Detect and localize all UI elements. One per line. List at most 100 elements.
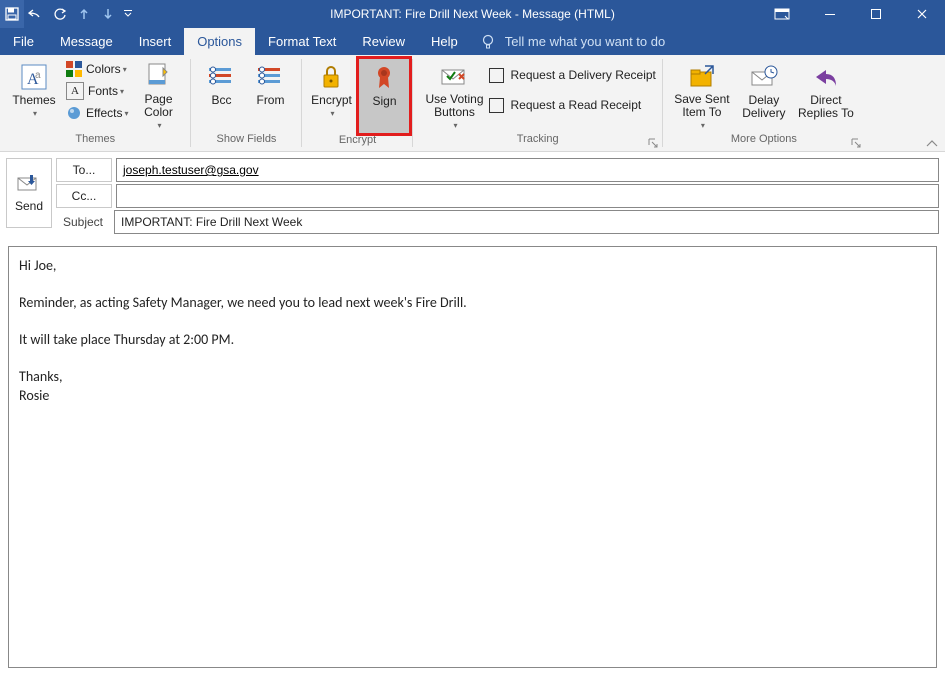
send-label: Send <box>15 199 43 213</box>
title-bar: IMPORTANT: Fire Drill Next Week - Messag… <box>0 0 945 28</box>
bcc-icon <box>207 60 235 94</box>
to-field[interactable]: joseph.testuser@gsa.gov <box>116 158 939 182</box>
ribbon-badge-icon <box>373 61 395 95</box>
chevron-down-icon: ▾ <box>33 107 37 120</box>
fonts-label: Fonts <box>88 84 118 98</box>
tab-file[interactable]: File <box>0 28 47 55</box>
colors-icon <box>66 61 82 77</box>
save-sent-item-to-button[interactable]: Save Sent Item To ▾ <box>669 58 735 132</box>
qat-save-button[interactable] <box>0 0 24 28</box>
from-button[interactable]: From <box>245 58 295 132</box>
themes-label: Themes <box>12 94 55 107</box>
bcc-button[interactable]: Bcc <box>197 58 245 132</box>
tracking-dialog-launcher[interactable] <box>647 137 659 149</box>
to-button[interactable]: To... <box>56 158 112 182</box>
qat-undo-button[interactable] <box>24 0 48 28</box>
tab-review[interactable]: Review <box>349 28 418 55</box>
compose-header: Send To... joseph.testuser@gsa.gov Cc...… <box>0 152 945 242</box>
tab-message[interactable]: Message <box>47 28 126 55</box>
delay-label: Delay Delivery <box>739 94 789 120</box>
svg-text:a: a <box>35 70 41 81</box>
page-color-button[interactable]: Page Color ▾ <box>132 58 184 132</box>
cc-field[interactable] <box>116 184 939 208</box>
cc-button[interactable]: Cc... <box>56 184 112 208</box>
body-para: Reminder, as acting Safety Manager, we n… <box>19 294 926 313</box>
qat-next-button[interactable] <box>96 0 120 28</box>
delay-delivery-icon <box>749 60 779 94</box>
from-label: From <box>256 94 284 107</box>
group-label-show-fields: Show Fields <box>191 133 301 151</box>
use-voting-buttons-button[interactable]: Use Voting Buttons ▾ <box>419 58 489 132</box>
chevron-down-icon: ▾ <box>157 119 161 132</box>
direct-replies-icon <box>812 60 840 94</box>
effects-button[interactable]: Effects▾ <box>62 102 132 124</box>
ribbon-group-themes: Aa Themes ▾ Colors▾ A Fonts▾ <box>0 55 190 151</box>
ribbon-group-more-options: Save Sent Item To ▾ Delay Delivery Direc… <box>663 55 865 151</box>
fonts-button[interactable]: A Fonts▾ <box>62 80 132 102</box>
group-label-encrypt: Encrypt <box>302 134 412 151</box>
lock-icon <box>319 60 343 94</box>
chevron-down-icon: ▾ <box>453 119 457 132</box>
colors-label: Colors <box>86 62 121 76</box>
encrypt-label: Encrypt <box>311 94 352 107</box>
more-options-dialog-launcher[interactable] <box>850 137 862 149</box>
themes-icon: Aa <box>19 60 49 94</box>
tab-help[interactable]: Help <box>418 28 471 55</box>
page-color-icon <box>145 60 171 93</box>
save-sent-label: Save Sent Item To <box>673 93 731 119</box>
chevron-down-icon: ▾ <box>330 107 334 120</box>
themes-button[interactable]: Aa Themes ▾ <box>6 58 62 132</box>
subject-label: Subject <box>56 211 110 233</box>
chevron-down-icon: ▾ <box>701 119 705 132</box>
message-body[interactable]: Hi Joe, Reminder, as acting Safety Manag… <box>8 246 937 668</box>
group-label-tracking: Tracking <box>413 133 661 151</box>
effects-icon <box>66 105 82 121</box>
body-para: Rosie <box>19 387 926 406</box>
encrypt-button[interactable]: Encrypt ▾ <box>304 58 358 132</box>
maximize-button[interactable] <box>853 0 899 28</box>
group-label-themes: Themes <box>0 133 190 151</box>
from-icon <box>256 60 284 94</box>
colors-button[interactable]: Colors▾ <box>62 58 132 80</box>
tab-options[interactable]: Options <box>184 28 255 55</box>
delivery-receipt-checkbox[interactable]: Request a Delivery Receipt <box>489 64 655 86</box>
collapse-ribbon-button[interactable] <box>925 139 939 149</box>
page-color-label: Page Color <box>136 93 180 119</box>
body-para: It will take place Thursday at 2:00 PM. <box>19 331 926 350</box>
ribbon-group-tracking: Use Voting Buttons ▾ Request a Delivery … <box>413 55 661 151</box>
qat-redo-button[interactable] <box>48 0 72 28</box>
tab-insert[interactable]: Insert <box>126 28 185 55</box>
ribbon-group-encrypt: Encrypt ▾ Sign Encrypt <box>302 55 412 151</box>
fonts-icon: A <box>66 82 84 100</box>
delivery-receipt-label: Request a Delivery Receipt <box>510 68 655 82</box>
body-para: Thanks, <box>19 368 926 387</box>
bcc-label: Bcc <box>211 94 231 107</box>
delay-delivery-button[interactable]: Delay Delivery <box>735 58 793 132</box>
qat-customize-button[interactable] <box>120 0 136 28</box>
close-button[interactable] <box>899 0 945 28</box>
save-sent-icon <box>687 60 717 93</box>
send-button[interactable]: Send <box>6 158 52 228</box>
send-icon <box>16 173 42 195</box>
menu-bar: File Message Insert Options Format Text … <box>0 28 945 55</box>
checkbox-icon <box>489 98 504 113</box>
group-label-more-options: More Options <box>663 133 865 151</box>
ribbon-display-options-button[interactable] <box>759 0 805 28</box>
checkbox-icon <box>489 68 504 83</box>
tell-me-search[interactable]: Tell me what you want to do <box>481 28 665 55</box>
lightbulb-icon <box>481 34 495 50</box>
sign-button[interactable]: Sign <box>358 58 410 134</box>
tell-me-label: Tell me what you want to do <box>505 34 665 49</box>
body-para: Hi Joe, <box>19 257 926 276</box>
minimize-button[interactable] <box>807 0 853 28</box>
tab-format-text[interactable]: Format Text <box>255 28 349 55</box>
subject-field[interactable]: IMPORTANT: Fire Drill Next Week <box>114 210 939 234</box>
read-receipt-checkbox[interactable]: Request a Read Receipt <box>489 94 655 116</box>
voting-label: Use Voting Buttons <box>423 93 485 119</box>
ribbon: Aa Themes ▾ Colors▾ A Fonts▾ <box>0 55 945 152</box>
direct-replies-to-button[interactable]: Direct Replies To <box>793 58 859 132</box>
sign-label: Sign <box>372 95 396 108</box>
ribbon-group-show-fields: Bcc From Show Fields <box>191 55 301 151</box>
direct-label: Direct Replies To <box>797 94 855 120</box>
qat-previous-button[interactable] <box>72 0 96 28</box>
